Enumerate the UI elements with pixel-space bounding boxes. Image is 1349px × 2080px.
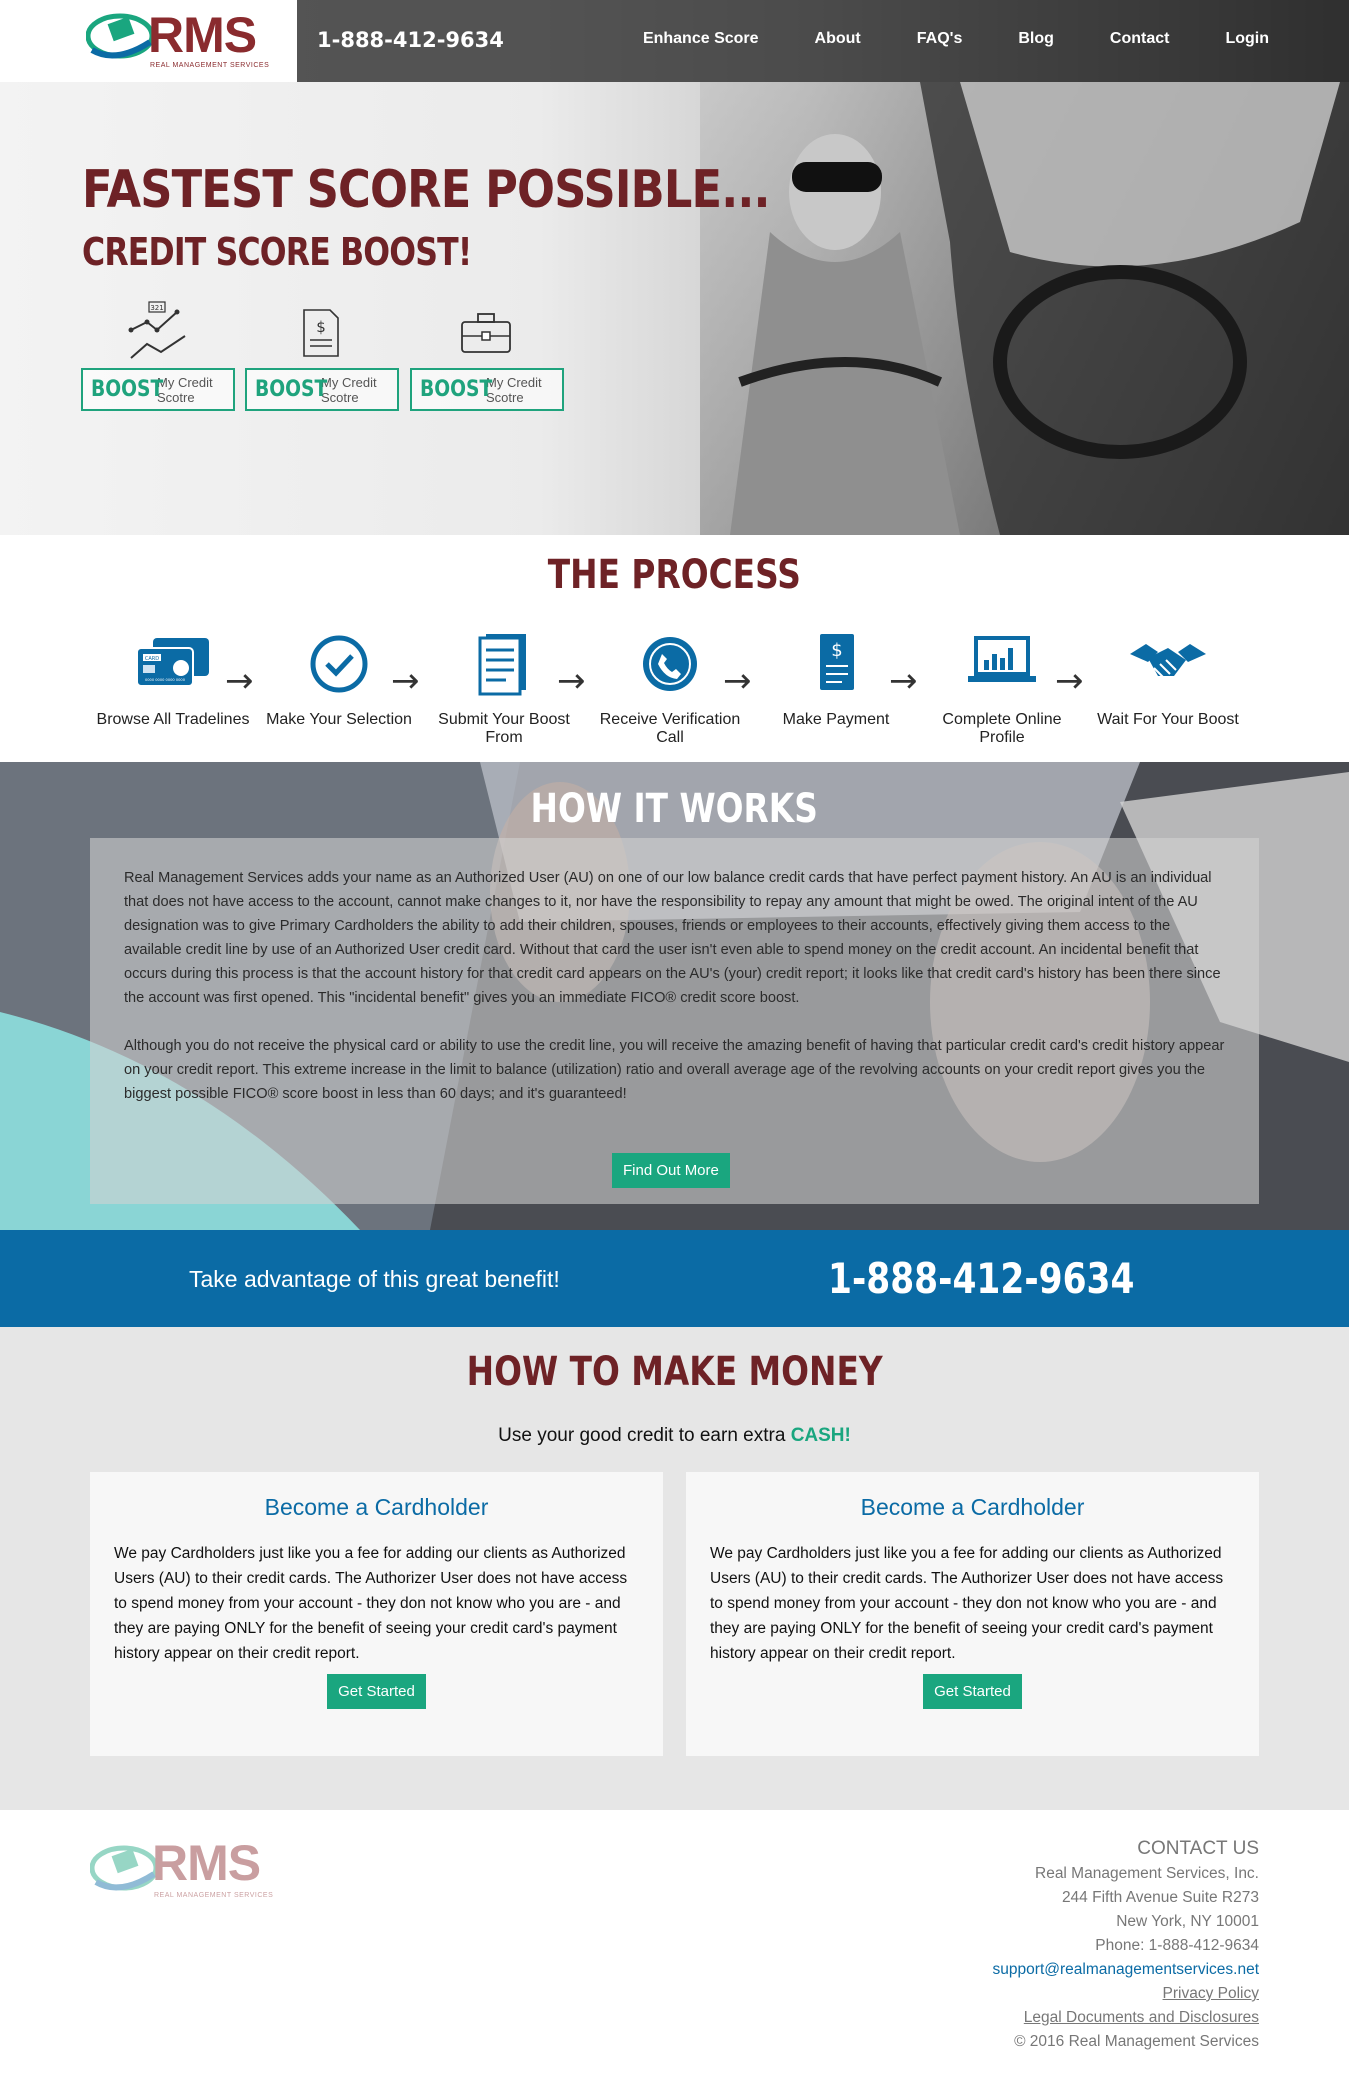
logo-container[interactable]: RMS REAL MANAGEMENT SERVICES (0, 0, 297, 82)
get-started-button[interactable]: Get Started (327, 1674, 426, 1709)
document-icon (478, 634, 526, 696)
card-number: 0000 0000 0000 0000 (145, 678, 186, 682)
arrow-right-icon: → (225, 661, 254, 701)
arrow-right-icon: → (723, 661, 752, 701)
boost-label: BOOST (420, 377, 493, 402)
chart-icon-number: 321 (150, 304, 163, 312)
rms-logo[interactable]: RMS REAL MANAGEMENT SERVICES (86, 6, 296, 76)
dollar-document-icon: $ (303, 309, 339, 357)
svg-text:$: $ (831, 640, 842, 661)
cardholder-card-2: Become a Cardholder We pay Cardholders j… (686, 1472, 1259, 1756)
invoice-dollar-icon: $ (820, 634, 854, 690)
card-title: Become a Cardholder (264, 1494, 489, 1520)
cash-highlight: CASH! (790, 1425, 851, 1446)
arrow-right-icon: → (889, 661, 918, 701)
how-paragraph-2: Although you do not receive the physical… (124, 1038, 1225, 1102)
nav-faqs[interactable]: FAQ's (917, 30, 963, 48)
process-step-wait: Wait For Your Boost (1088, 632, 1248, 729)
how-to-make-money-section: HOW TO MAKE MONEY Use your good credit t… (0, 1327, 1349, 1810)
nav-enhance-score[interactable]: Enhance Score (643, 30, 759, 48)
how-it-works-panel: Real Management Services adds your name … (90, 838, 1259, 1204)
step-label: Make Payment (782, 711, 890, 728)
footer-logo-subtitle: REAL MANAGEMENT SERVICES (154, 1892, 274, 1899)
arrow-right-icon: → (391, 661, 420, 701)
cardholder-card-1: Become a Cardholder We pay Cardholders j… (90, 1472, 663, 1756)
how-paragraph-1: Real Management Services adds your name … (124, 870, 1221, 1006)
boost-label: BOOST (91, 377, 164, 402)
privacy-policy-link[interactable]: Privacy Policy (993, 1982, 1259, 2006)
top-navigation-bar: RMS REAL MANAGEMENT SERVICES 1-888-412-9… (0, 0, 1349, 82)
address-line-1: 244 Fifth Avenue Suite R273 (1061, 1889, 1259, 1906)
hero-subtitle: CREDIT SCORE BOOST! (82, 230, 472, 274)
card-title: Become a Cardholder (860, 1494, 1085, 1520)
card-text: We pay Cardholders just like you a fee f… (114, 1545, 628, 1662)
boost-button-1[interactable]: BOOST My Credit Scotre (81, 368, 235, 411)
footer-logo-text: RMS (152, 1835, 261, 1891)
logo-swoosh-icon (90, 1845, 159, 1891)
contact-title: CONTACT US (1137, 1838, 1259, 1859)
step-label: Browse All Tradelines (96, 711, 250, 728)
footer-logo[interactable]: RMS REAL MANAGEMENT SERVICES (90, 1835, 310, 1908)
hero-title: FASTEST SCORE POSSIBLE... (82, 160, 770, 220)
boost-button-2[interactable]: BOOST My Credit Scotre (245, 368, 399, 411)
cta-phone[interactable]: 1-888-412-9634 (828, 1254, 1134, 1303)
legal-documents-link[interactable]: Legal Documents and Disclosures (993, 2006, 1259, 2030)
get-started-button[interactable]: Get Started (923, 1674, 1022, 1709)
handshake-icon (1130, 644, 1206, 679)
main-nav: Enhance Score About FAQ's Blog Contact L… (587, 30, 1269, 48)
cta-text: Take advantage of this great benefit! (189, 1266, 560, 1292)
nav-about[interactable]: About (815, 30, 861, 48)
boost-sublabel: My Credit Scotre (486, 374, 542, 405)
copyright: © 2016 Real Management Services (1014, 2033, 1259, 2050)
footer-phone: Phone: 1-888-412-9634 (1095, 1937, 1259, 1954)
step-label: Wait For Your Boost (1097, 711, 1239, 728)
card-text: CARD (145, 656, 159, 662)
boost-sublabel: My Credit Scotre (321, 374, 377, 405)
logo-text: RMS (148, 7, 257, 63)
nav-blog[interactable]: Blog (1018, 30, 1054, 48)
phone-icon (643, 637, 697, 691)
boost-sublabel: My Credit Scotre (157, 374, 213, 405)
nav-login[interactable]: Login (1225, 30, 1269, 48)
process-title: THE PROCESS (547, 552, 802, 598)
step-label: Receive Verification Call (599, 711, 741, 746)
card-text: We pay Cardholders just like you a fee f… (710, 1545, 1224, 1662)
step-label: Complete Online Profile (942, 711, 1062, 746)
step-label: Submit Your Boost From (438, 711, 570, 746)
cta-banner: Take advantage of this great benefit! 1-… (0, 1230, 1349, 1327)
arrow-right-icon: → (557, 661, 586, 701)
company-name: Real Management Services, Inc. (1035, 1865, 1259, 1882)
logo-subtitle: REAL MANAGEMENT SERVICES (150, 62, 270, 69)
money-subtitle: Use your good credit to earn extra CASH! (498, 1425, 851, 1446)
boost-button-3[interactable]: BOOST My Credit Scotre (410, 368, 564, 411)
svg-text:$: $ (316, 318, 326, 336)
briefcase-icon (461, 313, 511, 353)
logo-swoosh-icon (86, 13, 155, 59)
arrow-right-icon: → (1055, 661, 1084, 701)
footer: RMS REAL MANAGEMENT SERVICES CONTACT US … (0, 1810, 1349, 2080)
header-phone[interactable]: 1-888-412-9634 (317, 28, 504, 52)
find-out-more-button[interactable]: Find Out More (612, 1153, 730, 1188)
boost-label: BOOST (255, 377, 328, 402)
step-label: Make Your Selection (266, 711, 412, 728)
address-line-2: New York, NY 10001 (1116, 1913, 1259, 1930)
money-title: HOW TO MAKE MONEY (466, 1349, 883, 1395)
laptop-chart-icon (968, 636, 1036, 682)
support-email-link[interactable]: support@realmanagementservices.net (993, 1958, 1259, 1982)
credit-card-icon: CARD 0000 0000 0000 0000 (136, 638, 209, 687)
page: FASTEST SCORE POSSIBLE... CREDIT SCORE B… (0, 0, 1349, 2080)
how-it-works-title: HOW IT WORKS (530, 786, 819, 832)
line-chart-icon: 321 (128, 301, 186, 359)
checkmark-circle-icon (310, 635, 368, 693)
hero-photo-woman-in-car (700, 82, 1349, 535)
contact-column: CONTACT US Real Management Services, Inc… (993, 1838, 1259, 2054)
nav-contact[interactable]: Contact (1110, 30, 1170, 48)
